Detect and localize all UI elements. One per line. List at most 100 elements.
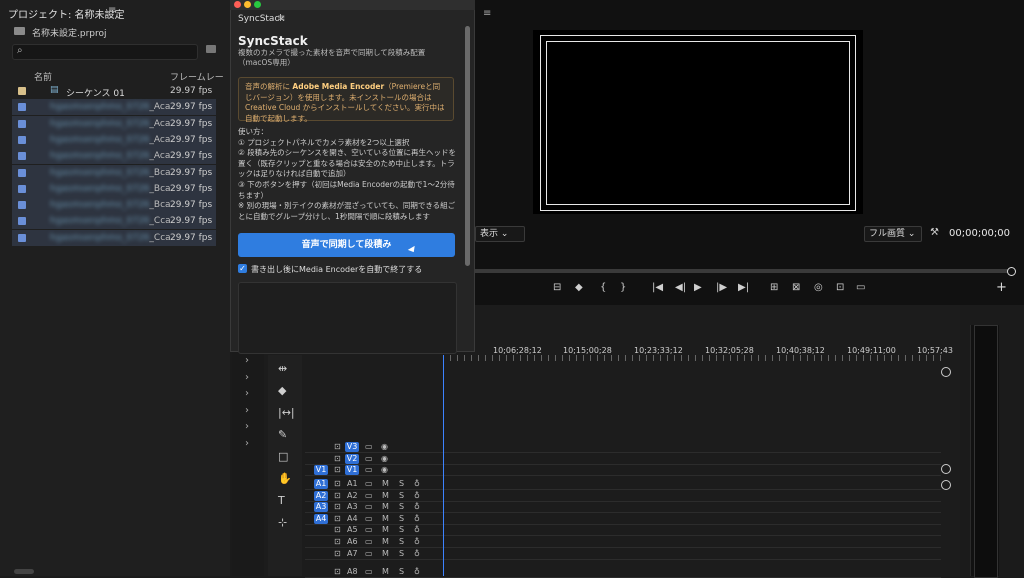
tool-icon[interactable]: ◆ xyxy=(278,384,286,397)
microphone-icon[interactable]: ♁ xyxy=(414,502,420,511)
microphone-icon[interactable]: ♁ xyxy=(414,537,420,546)
transport-control-icon[interactable]: { xyxy=(600,282,606,293)
program-menu-icon[interactable]: ≡ xyxy=(483,8,491,19)
label-color-chip[interactable] xyxy=(18,87,26,95)
transport-control-icon[interactable]: ◆ xyxy=(575,282,583,293)
eye-icon[interactable]: ◉ xyxy=(381,465,388,474)
column-header-name[interactable]: 名前 xyxy=(34,70,52,83)
solo-button[interactable]: S xyxy=(399,514,404,523)
column-header-framerate[interactable]: フレームレー xyxy=(170,70,224,83)
mute-button[interactable]: M xyxy=(382,525,389,534)
sync-lock-icon[interactable]: ▭ xyxy=(365,537,373,546)
project-item-row[interactable]: hgasmsenphmo_0726_Aca 29.97 fps xyxy=(12,131,216,148)
track-label-v2[interactable]: V2 xyxy=(345,453,359,464)
scrubber-handle[interactable] xyxy=(1007,267,1016,276)
eye-icon[interactable]: ◉ xyxy=(381,454,388,463)
panel-menu-icon[interactable]: ≡ xyxy=(277,13,285,24)
transport-control-icon[interactable]: |◀ xyxy=(652,282,663,293)
chevron-right-icon[interactable]: › xyxy=(245,438,249,449)
mute-button[interactable]: M xyxy=(382,479,389,488)
sync-lock-icon[interactable]: ▭ xyxy=(365,567,373,576)
project-item-row[interactable]: hgasmsenphmo_0726_Cca 29.97 fps xyxy=(12,213,216,230)
label-color-chip[interactable] xyxy=(18,119,26,128)
label-color-chip[interactable] xyxy=(18,152,26,161)
project-item-row[interactable]: hgasmsenphmo_0726_Aca 29.97 fps xyxy=(12,148,216,165)
program-scrubber[interactable] xyxy=(475,269,1010,273)
project-item-row[interactable]: hgasmsenphmo_0726_Aca 29.97 fps xyxy=(12,115,216,132)
lock-icon[interactable]: ⊡ xyxy=(334,454,341,463)
label-color-chip[interactable] xyxy=(18,103,26,112)
lock-icon[interactable]: ⊡ xyxy=(334,502,341,511)
microphone-icon[interactable]: ♁ xyxy=(414,567,420,576)
chevron-right-icon[interactable]: › xyxy=(245,421,249,432)
sync-lock-icon[interactable]: ▭ xyxy=(365,491,373,500)
sync-lock-icon[interactable]: ▭ xyxy=(365,465,373,474)
label-color-chip[interactable] xyxy=(18,168,26,177)
close-window-icon[interactable] xyxy=(234,1,241,8)
sync-stack-button[interactable]: 音声で同期して段積み xyxy=(238,233,455,257)
eye-icon[interactable]: ◉ xyxy=(381,442,388,451)
mute-button[interactable]: M xyxy=(382,514,389,523)
solo-button[interactable]: S xyxy=(399,549,404,558)
project-search-input[interactable] xyxy=(12,44,198,60)
source-patch-a4[interactable]: A4 xyxy=(314,513,328,524)
solo-button[interactable]: S xyxy=(399,567,404,576)
track-label-v1[interactable]: V1 xyxy=(345,465,359,476)
tool-icon[interactable]: |↔| xyxy=(278,406,295,419)
playhead[interactable] xyxy=(443,355,444,576)
lock-icon[interactable]: ⊡ xyxy=(334,537,341,546)
project-item-row[interactable]: hgasmsenphmo_0726_Bca 29.97 fps xyxy=(12,197,216,214)
chevron-right-icon[interactable]: › xyxy=(245,405,249,416)
project-menu-icon[interactable]: ≡ xyxy=(108,5,116,16)
source-patch-a1[interactable]: A1 xyxy=(314,479,328,489)
sync-lock-icon[interactable]: ▭ xyxy=(365,502,373,511)
zoom-dropdown[interactable]: 表示 ⌄ xyxy=(475,226,525,242)
auto-quit-checkbox[interactable]: ✓ xyxy=(238,264,247,273)
microphone-icon[interactable]: ♁ xyxy=(414,479,420,488)
panel-scrollbar[interactable] xyxy=(465,26,470,266)
solo-button[interactable]: S xyxy=(399,479,404,488)
sync-lock-icon[interactable]: ▭ xyxy=(365,454,373,463)
project-item-row[interactable]: hgasmsenphmo_0726_Cca 29.97 fps xyxy=(12,229,216,246)
program-timecode[interactable]: 00;00;00;00 xyxy=(949,228,1010,239)
mute-button[interactable]: M xyxy=(382,567,389,576)
label-color-chip[interactable] xyxy=(18,233,26,242)
microphone-icon[interactable]: ♁ xyxy=(414,525,420,534)
chevron-right-icon[interactable]: › xyxy=(245,372,249,383)
time-ruler[interactable] xyxy=(443,355,943,361)
add-button-icon[interactable]: + xyxy=(996,280,1007,295)
transport-control-icon[interactable]: ⊞ xyxy=(770,282,778,293)
microphone-icon[interactable]: ♁ xyxy=(414,549,420,558)
tool-icon[interactable]: □ xyxy=(278,450,288,463)
transport-control-icon[interactable]: ▶ xyxy=(694,282,702,293)
audio-scroll-top[interactable] xyxy=(941,480,951,490)
solo-button[interactable]: S xyxy=(399,525,404,534)
transport-control-icon[interactable]: ⊡ xyxy=(836,282,844,293)
quality-dropdown[interactable]: フル画質 ⌄ xyxy=(864,226,922,242)
tool-icon[interactable]: ✎ xyxy=(278,428,287,441)
lock-icon[interactable]: ⊡ xyxy=(334,442,341,451)
track-label-v3[interactable]: V3 xyxy=(345,442,359,452)
transport-control-icon[interactable]: ⊟ xyxy=(553,282,561,293)
new-bin-icon[interactable] xyxy=(206,45,216,53)
transport-control-icon[interactable]: ▭ xyxy=(856,282,865,293)
mute-button[interactable]: M xyxy=(382,502,389,511)
project-item-row[interactable]: hgasmsenphmo_0726_Aca 29.97 fps xyxy=(12,99,216,116)
track-label-a3[interactable]: A3 xyxy=(347,502,358,511)
lock-icon[interactable]: ⊡ xyxy=(334,479,341,488)
auto-quit-label[interactable]: 書き出し後にMedia Encoderを自動で終了する xyxy=(251,264,422,275)
sync-lock-icon[interactable]: ▭ xyxy=(365,442,373,451)
label-color-chip[interactable] xyxy=(18,135,26,144)
track-label-a5[interactable]: A5 xyxy=(347,525,358,534)
track-label-a1[interactable]: A1 xyxy=(347,479,358,488)
source-patch-a2[interactable]: A2 xyxy=(314,490,328,501)
transport-control-icon[interactable]: |▶ xyxy=(716,282,727,293)
mute-button[interactable]: M xyxy=(382,549,389,558)
tool-icon[interactable]: ⊹ xyxy=(278,516,287,529)
project-item-row[interactable]: hgasmsenphmo_0726_Bca 29.97 fps xyxy=(12,164,216,181)
microphone-icon[interactable]: ♁ xyxy=(414,514,420,523)
solo-button[interactable]: S xyxy=(399,537,404,546)
chevron-right-icon[interactable]: › xyxy=(245,388,249,399)
track-label-a8[interactable]: A8 xyxy=(347,567,358,576)
mute-button[interactable]: M xyxy=(382,537,389,546)
